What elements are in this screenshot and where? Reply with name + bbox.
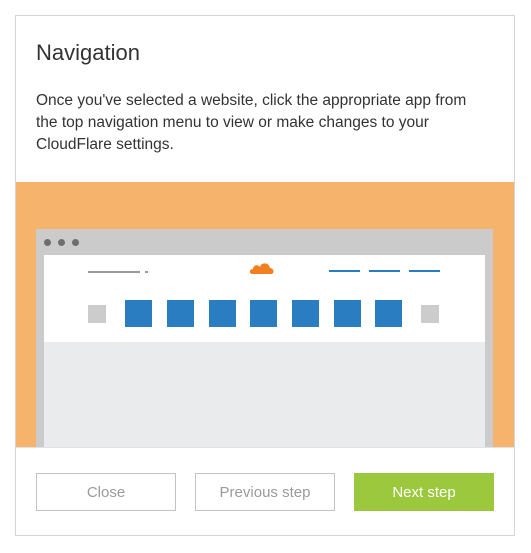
app-icon-placeholder (209, 300, 236, 327)
modal-title: Navigation (36, 40, 140, 65)
app-icon-placeholder (292, 300, 319, 327)
navigation-illustration (16, 182, 514, 447)
next-step-button[interactable]: Next step (354, 473, 494, 511)
app-icon-placeholder (375, 300, 402, 327)
app-icon-placeholder (334, 300, 361, 327)
logo-placeholder-line (88, 271, 140, 273)
app-icon-placeholder (250, 300, 277, 327)
browser-window-illustration (36, 229, 493, 447)
window-dot-icon (58, 239, 65, 246)
nav-arrow-right-placeholder (421, 305, 439, 323)
close-button[interactable]: Close (36, 473, 176, 511)
window-dot-icon (44, 239, 51, 246)
modal-description: Once you've selected a website, click th… (36, 92, 467, 153)
footer-divider (16, 447, 514, 448)
app-icon-placeholder (167, 300, 194, 327)
nav-menu-item-line (329, 270, 360, 272)
previous-step-button[interactable]: Previous step (195, 473, 335, 511)
cloudflare-cloud-icon (249, 263, 274, 274)
window-dot-icon (72, 239, 79, 246)
app-icon-placeholder (125, 300, 152, 327)
page-header-area (44, 255, 485, 342)
nav-menu-item-line (409, 270, 440, 272)
nav-arrow-left-placeholder (88, 305, 106, 323)
browser-page (44, 255, 485, 447)
nav-menu-item-line (369, 270, 400, 272)
tour-modal: Navigation Once you've selected a websit… (15, 15, 515, 536)
logo-placeholder-tick (145, 271, 148, 273)
